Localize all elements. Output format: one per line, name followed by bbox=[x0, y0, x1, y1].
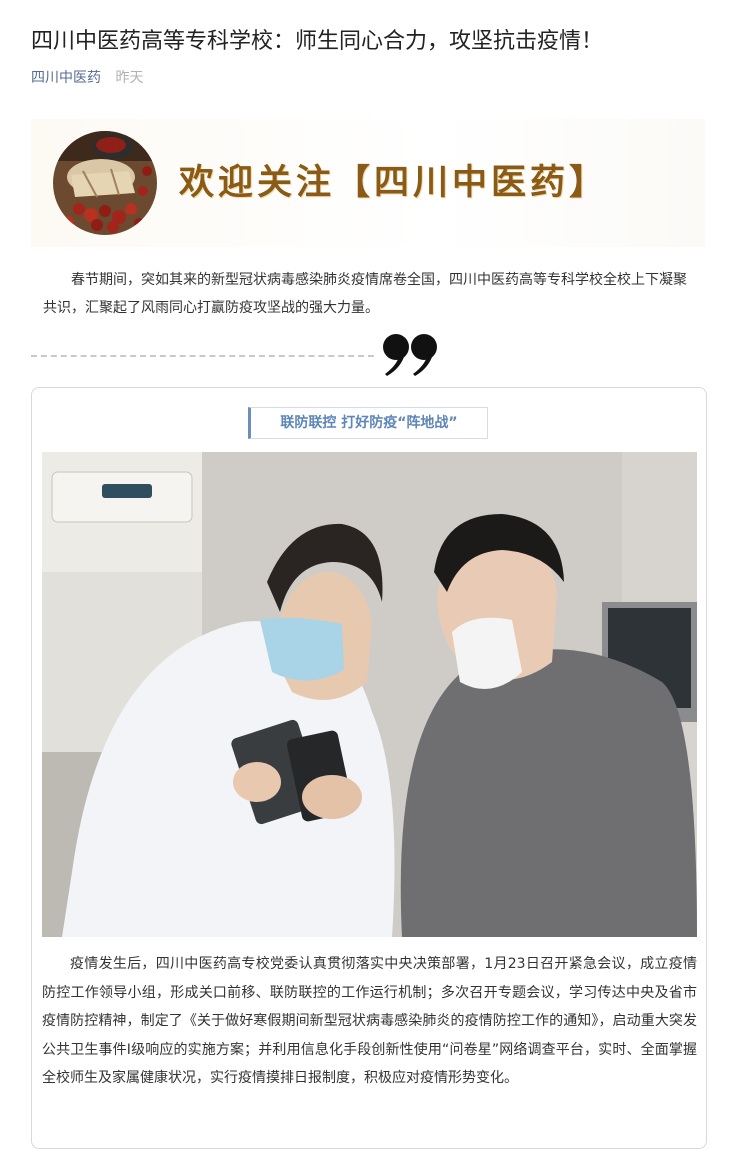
section-paragraph: 疫情发生后，四川中医药高专校党委认真贯彻落实中央决策部署，1月23日召开紧急会议… bbox=[42, 956, 697, 1086]
article-meta: 四川中医药 昨天 bbox=[31, 68, 143, 88]
welcome-banner: 欢迎关注【四川中医药】 bbox=[31, 119, 705, 247]
section-heading: 联防联控 打好防疫“阵地战” bbox=[248, 407, 488, 439]
publish-time: 昨天 bbox=[115, 70, 144, 86]
intro-paragraph: 春节期间，突如其来的新型冠状病毒感染肺炎疫情席卷全国，四川中医药高等专科学校全校… bbox=[43, 272, 687, 316]
dashed-divider bbox=[31, 355, 374, 357]
herbs-image bbox=[53, 131, 157, 235]
article-photo bbox=[42, 452, 697, 937]
article-title: 四川中医药高等专科学校：师生同心合力，攻坚抗击疫情！ bbox=[31, 29, 604, 54]
welcome-text: 欢迎关注【四川中医药】 bbox=[179, 162, 609, 203]
account-name-link[interactable]: 四川中医药 bbox=[31, 70, 101, 86]
quote-icon bbox=[381, 332, 441, 378]
